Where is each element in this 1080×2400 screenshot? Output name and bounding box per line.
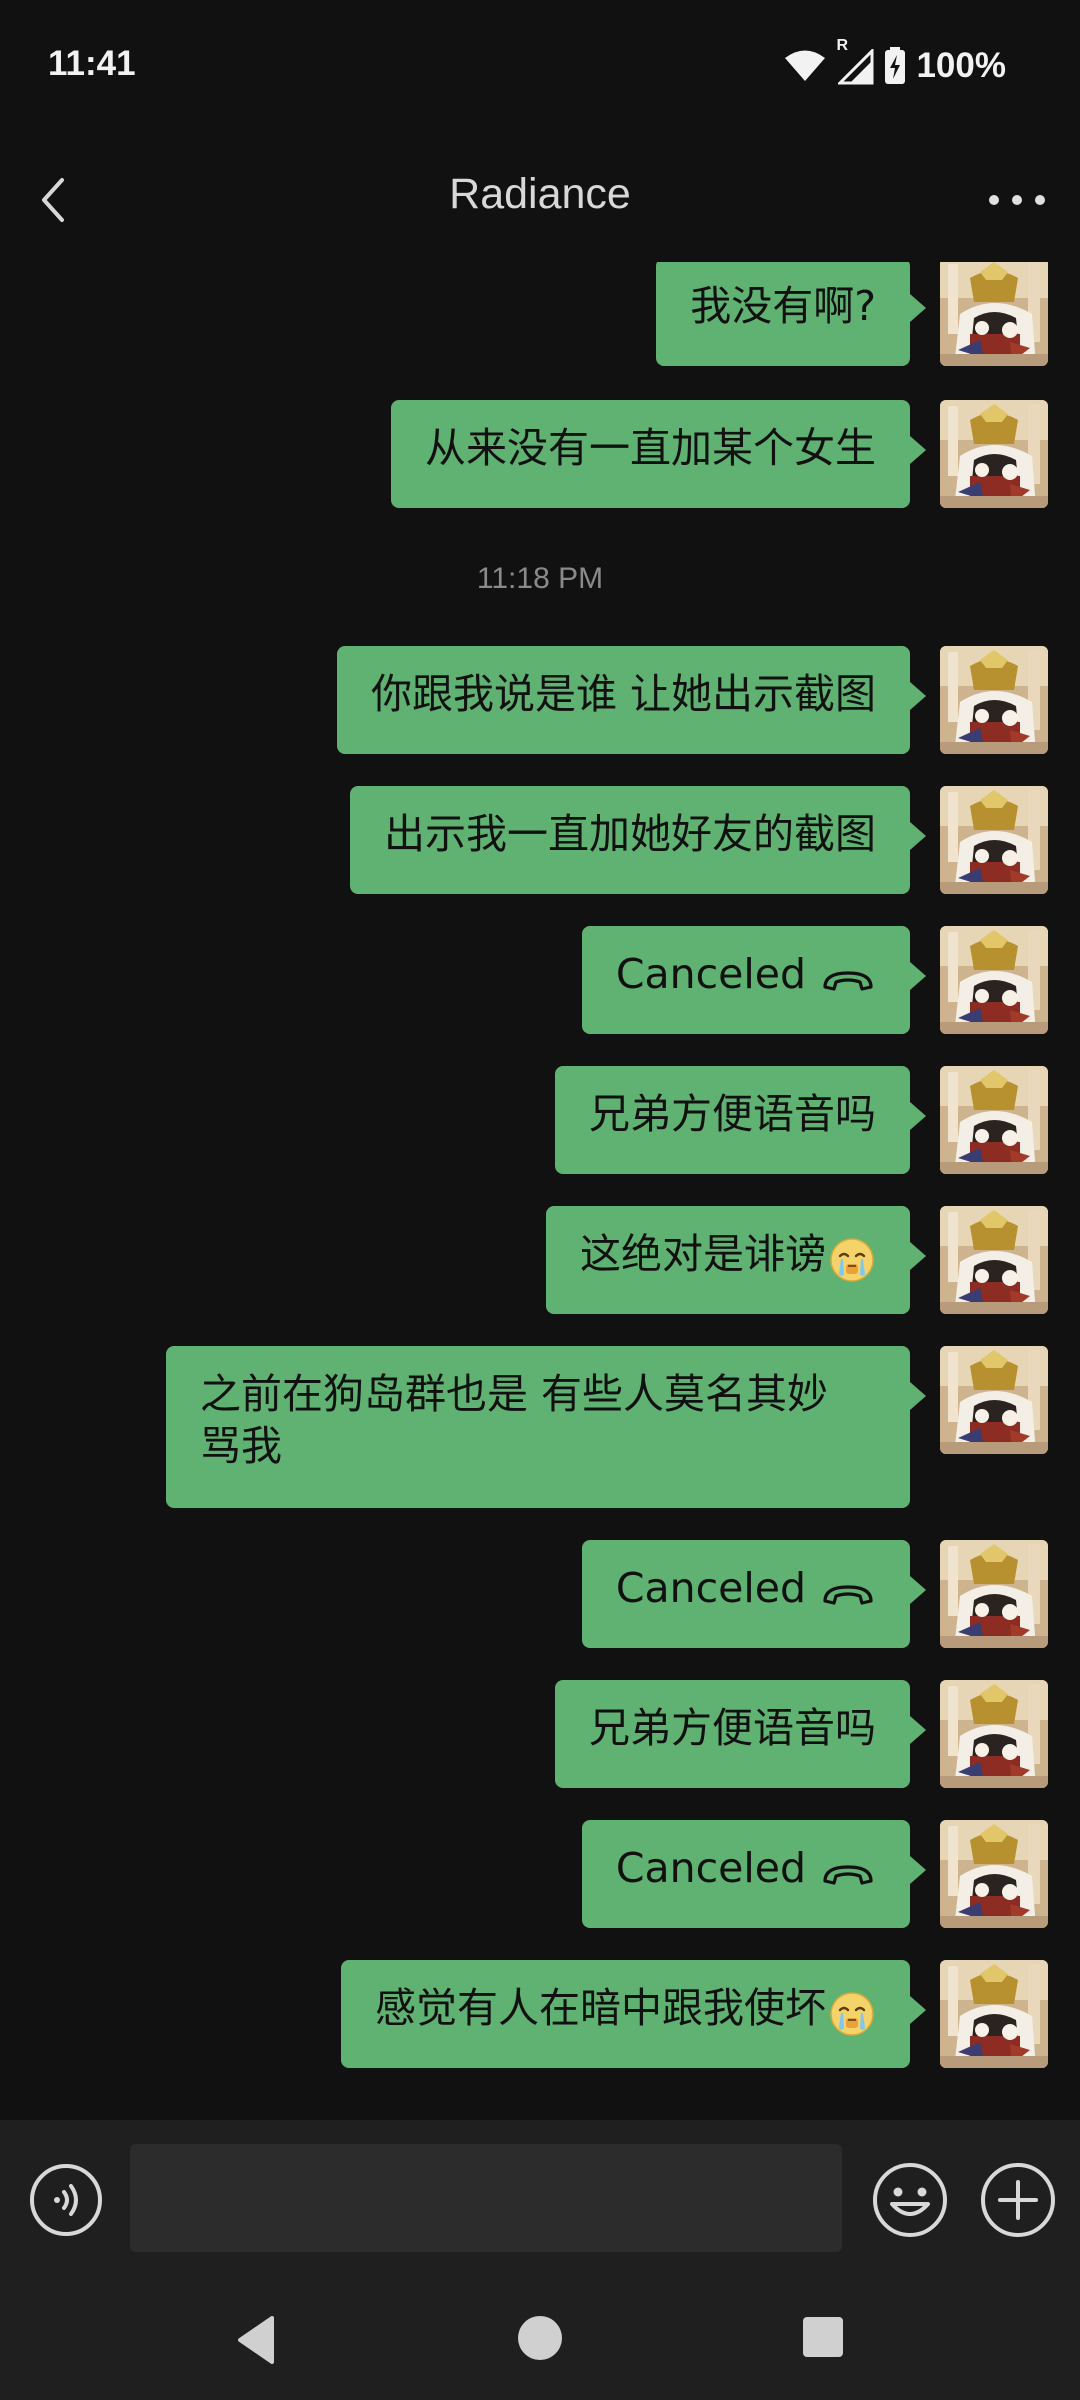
call-status-text: Canceled [615, 1564, 806, 1612]
chat-message: 从来没有一直加某个女生 [0, 400, 1080, 508]
avatar[interactable] [940, 1820, 1048, 1928]
avatar[interactable] [940, 1680, 1048, 1788]
chat-message: 这绝对是诽谤 [0, 1206, 1080, 1314]
chat-message: 兄弟方便语音吗 [0, 1680, 1080, 1788]
nav-recents-icon [803, 2317, 843, 2357]
status-time: 11:41 [48, 44, 136, 83]
plus-icon [981, 2163, 1055, 2237]
avatar[interactable] [940, 400, 1048, 508]
voice-input-icon [30, 2164, 102, 2236]
avatar[interactable] [940, 1206, 1048, 1314]
avatar[interactable] [940, 786, 1048, 894]
chat-message: 兄弟方便语音吗 [0, 1066, 1080, 1174]
more-options-button[interactable] [984, 175, 1050, 225]
message-bubble[interactable]: 兄弟方便语音吗 [555, 1680, 926, 1788]
nav-home-button[interactable] [516, 2314, 564, 2362]
nav-home-icon [518, 2316, 562, 2360]
message-text: 我没有啊? [690, 282, 876, 330]
voice-input-button[interactable] [28, 2162, 104, 2238]
more-dots-icon [989, 195, 1045, 205]
phone-hangup-icon [820, 1565, 876, 1617]
crying-face-emoji [828, 1985, 876, 2038]
avatar[interactable] [940, 1960, 1048, 2068]
avatar[interactable] [940, 1066, 1048, 1174]
call-status-text: Canceled [615, 1844, 806, 1892]
chat-message: 之前在狗岛群也是 有些人莫名其妙 骂我 [0, 1346, 1080, 1508]
message-text: 从来没有一直加某个女生 [425, 424, 876, 472]
phone-hangup-icon [820, 1845, 876, 1897]
message-input[interactable] [130, 2144, 842, 2252]
message-text: 之前在狗岛群也是 有些人莫名其妙 骂我 [200, 1370, 829, 1470]
input-bar [0, 2120, 1080, 2280]
chat-header: Radiance [0, 130, 1080, 270]
emoji-button[interactable] [870, 2160, 950, 2240]
message-list[interactable]: 我没有啊? 从来没有一直加某个女生 11:18 PM 你跟我说是谁 让她出示截图出示我… [0, 262, 1080, 2120]
phone-hangup-icon [820, 951, 876, 1003]
chat-message: 你跟我说是谁 让她出示截图 [0, 646, 1080, 754]
battery-charging-icon [885, 47, 906, 84]
signal-icon [838, 49, 874, 85]
message-timestamp: 11:18 PM [476, 562, 604, 595]
message-bubble[interactable]: 从来没有一直加某个女生 [391, 400, 926, 508]
avatar[interactable] [940, 1346, 1048, 1454]
battery-percent: 100% [916, 46, 1006, 85]
message-text: 这绝对是诽谤 [580, 1230, 826, 1278]
status-icons: R 100% [784, 37, 1006, 88]
chat-message: 感觉有人在暗中跟我使坏 [0, 1960, 1080, 2068]
message-text: 兄弟方便语音吗 [589, 1090, 876, 1138]
avatar[interactable] [940, 646, 1048, 754]
roaming-indicator: R [836, 37, 874, 85]
more-actions-button[interactable] [978, 2160, 1058, 2240]
avatar[interactable] [940, 926, 1048, 1034]
call-message: Canceled [0, 1540, 1080, 1648]
chat-title: Radiance [449, 170, 631, 218]
message-text: 出示我一直加她好友的截图 [384, 810, 876, 858]
call-message: Canceled [0, 926, 1080, 1034]
nav-back-icon [238, 2316, 274, 2364]
system-nav-bar [0, 2280, 1080, 2400]
message-text: 兄弟方便语音吗 [589, 1704, 876, 1752]
call-bubble[interactable]: Canceled [581, 1820, 927, 1928]
wifi-icon [785, 50, 826, 81]
message-text: 你跟我说是谁 让她出示截图 [370, 670, 876, 718]
nav-recents-button[interactable] [802, 2316, 844, 2358]
chat-message: 我没有啊? [0, 262, 1080, 366]
message-text: 感觉有人在暗中跟我使坏 [375, 1984, 826, 2032]
emoji-icon [873, 2163, 947, 2237]
chat-message: 出示我一直加她好友的截图 [0, 786, 1080, 894]
call-message: Canceled [0, 1820, 1080, 1928]
message-bubble[interactable]: 兄弟方便语音吗 [555, 1066, 926, 1174]
call-status-text: Canceled [615, 950, 806, 998]
call-bubble[interactable]: Canceled [581, 1540, 927, 1648]
avatar[interactable] [940, 1540, 1048, 1648]
call-bubble[interactable]: Canceled [581, 926, 927, 1034]
crying-face-emoji [828, 1231, 876, 1284]
message-bubble[interactable]: 我没有啊? [656, 262, 926, 366]
message-bubble[interactable]: 出示我一直加她好友的截图 [350, 786, 926, 894]
message-bubble[interactable]: 感觉有人在暗中跟我使坏 [341, 1960, 926, 2068]
status-bar: 11:41 R 100% [0, 0, 1080, 130]
message-bubble[interactable]: 之前在狗岛群也是 有些人莫名其妙 骂我 [166, 1346, 926, 1508]
message-bubble[interactable]: 你跟我说是谁 让她出示截图 [336, 646, 927, 754]
nav-back-button[interactable] [232, 2314, 280, 2366]
message-bubble[interactable]: 这绝对是诽谤 [546, 1206, 926, 1314]
avatar[interactable] [940, 262, 1048, 366]
